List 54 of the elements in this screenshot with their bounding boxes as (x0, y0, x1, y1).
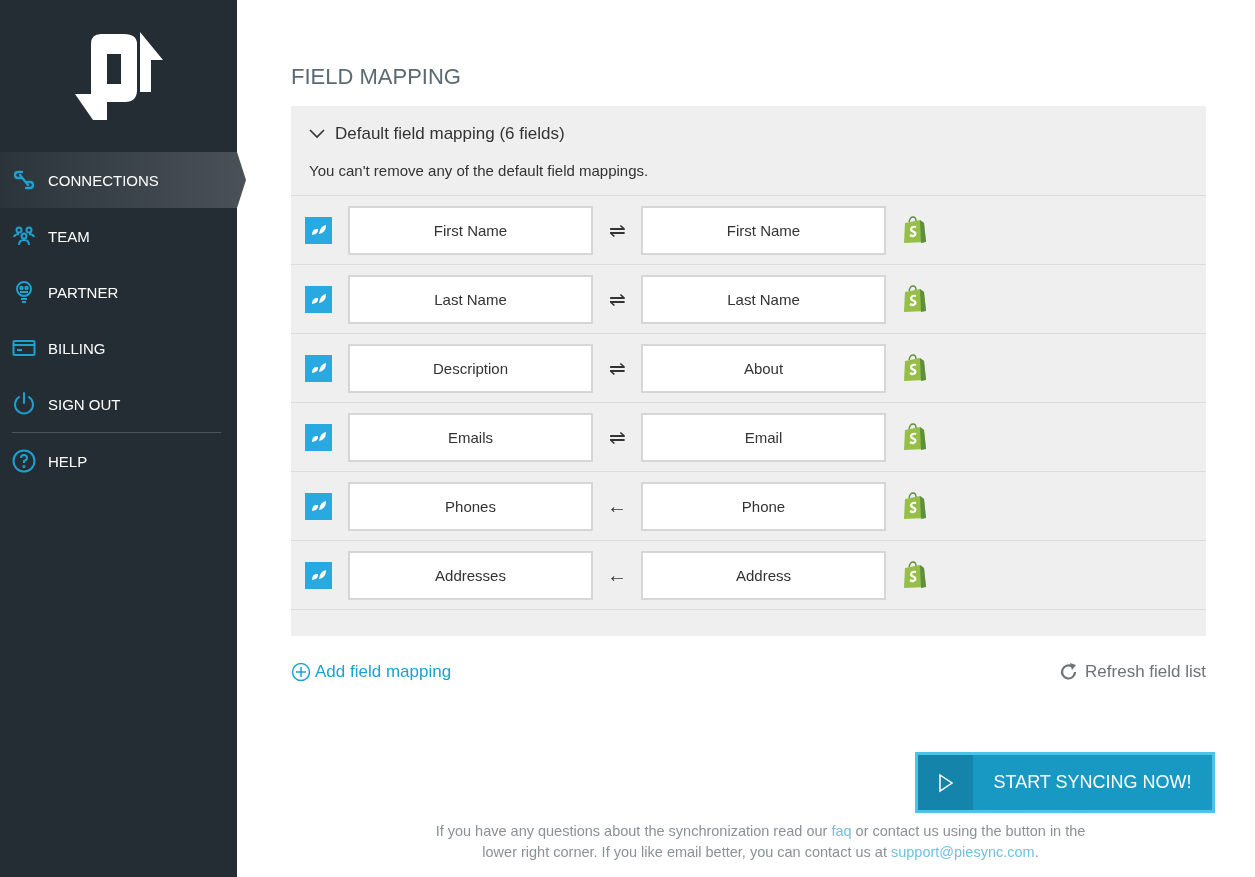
field-name[interactable]: Email (641, 412, 886, 462)
info-text: You can't remove any of the default field mappings. (308, 162, 650, 181)
sidebar-item[interactable]: PARTNER (0, 264, 237, 320)
checkbox[interactable] (305, 423, 332, 451)
field-name[interactable]: About (641, 343, 886, 393)
field-name[interactable]: Description (348, 343, 593, 393)
chevron-icon (309, 129, 325, 139)
page-title: FIELD MAPPING (291, 64, 462, 90)
help-text: If you have any questions about the synchronization read our faq or contact us using the button in the lower right corner. If you like email better, you can contact us at support@piesync.com. (434, 822, 1087, 862)
shopping-bag-icon (902, 561, 928, 589)
sync-direction: ← (606, 494, 628, 518)
sync-direction: ⇌ (607, 287, 627, 311)
plus-circle-icon (291, 662, 311, 682)
field-name[interactable]: Phone (641, 481, 886, 531)
checkbox[interactable] (305, 216, 332, 244)
section-header[interactable]: Default field mapping (6 fields) (291, 106, 1206, 162)
sidebar-item[interactable]: HELP (0, 433, 237, 489)
checkbox[interactable] (305, 354, 332, 382)
play-icon (937, 772, 954, 793)
checkbox[interactable] (305, 285, 332, 313)
field-name[interactable]: Last Name (348, 274, 593, 324)
sync-direction: ⇌ (607, 356, 627, 380)
field-name[interactable]: Address (641, 550, 886, 600)
field-name[interactable]: Emails (348, 412, 593, 462)
sync-direction: ← (606, 563, 628, 587)
leaf-icon (310, 293, 327, 305)
refresh-field-list-link[interactable]: Refresh field list (1059, 662, 1206, 682)
team-icon (12, 224, 36, 248)
shopping-bag-icon (902, 216, 928, 244)
leaf-icon (310, 500, 327, 512)
shopping-bag-icon (902, 285, 928, 313)
checkbox[interactable] (305, 492, 332, 520)
checkbox[interactable] (305, 561, 332, 589)
power-icon (12, 392, 36, 416)
leaf-icon (310, 569, 327, 581)
field-name[interactable]: Last Name (641, 274, 886, 324)
shopping-bag-icon (902, 354, 928, 382)
field-name[interactable]: First Name (348, 205, 593, 255)
leaf-icon (310, 431, 327, 443)
field-name[interactable]: Addresses (348, 550, 593, 600)
sidebar-item[interactable]: BILLING (0, 320, 237, 376)
sync-direction: ⇌ (607, 425, 627, 449)
field-name[interactable]: Phones (348, 481, 593, 531)
leaf-icon (310, 224, 327, 236)
sidebar-item[interactable]: TEAM (0, 208, 237, 264)
sync-direction: ⇌ (607, 218, 627, 242)
sidebar-item[interactable]: CONNECTIONS (0, 152, 246, 208)
leaf-icon (310, 362, 327, 374)
link-icon (12, 168, 36, 192)
sidebar-item[interactable]: SIGN OUT (0, 376, 237, 432)
field-name[interactable]: First Name (641, 205, 886, 255)
shopping-bag-icon (902, 492, 928, 520)
shopping-bag-icon (902, 423, 928, 451)
help-icon (12, 449, 36, 473)
